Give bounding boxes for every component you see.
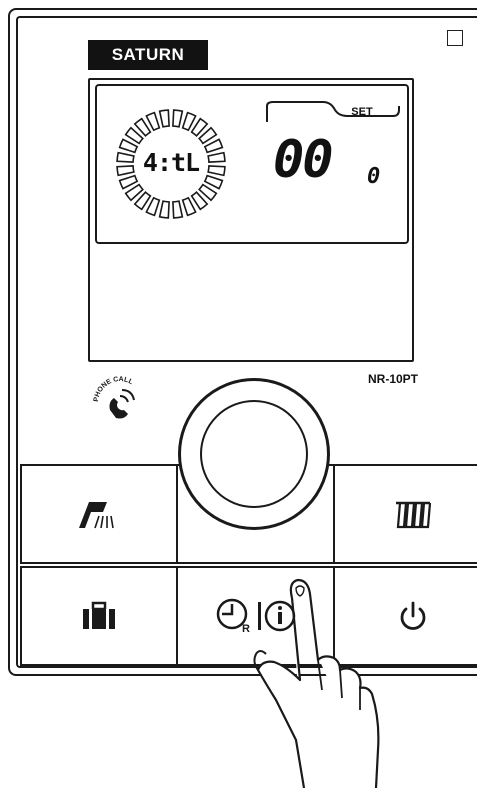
power-icon <box>400 601 426 630</box>
ring-segment <box>207 165 226 177</box>
ring-segment <box>116 165 135 177</box>
ring-segment <box>172 109 184 128</box>
ring-segment <box>158 200 170 219</box>
phone-call-icon: PHONE CALL <box>93 376 135 419</box>
model-label: NR-10PT <box>367 372 418 386</box>
lcd-main-value: 00 <box>273 130 334 190</box>
shower-icon <box>79 502 114 529</box>
ring-segment <box>207 151 226 163</box>
radiator-icon <box>396 501 432 529</box>
lcd-small-value: 0 <box>367 164 381 189</box>
heating-button[interactable] <box>333 464 477 564</box>
suitcase-icon <box>83 601 115 629</box>
brand-logo: SATURN <box>88 40 208 70</box>
set-label: SET <box>351 106 373 118</box>
rotary-knob-center[interactable] <box>200 400 308 508</box>
pointing-hand-icon <box>253 578 380 788</box>
ring-segment <box>158 109 170 128</box>
away-button[interactable] <box>20 566 178 666</box>
shower-button[interactable] <box>20 464 178 564</box>
ring-segment <box>116 151 135 163</box>
ring-segment <box>172 200 184 219</box>
lcd-time: 4:tL <box>142 148 200 177</box>
corner-checkbox-icon <box>447 30 463 46</box>
